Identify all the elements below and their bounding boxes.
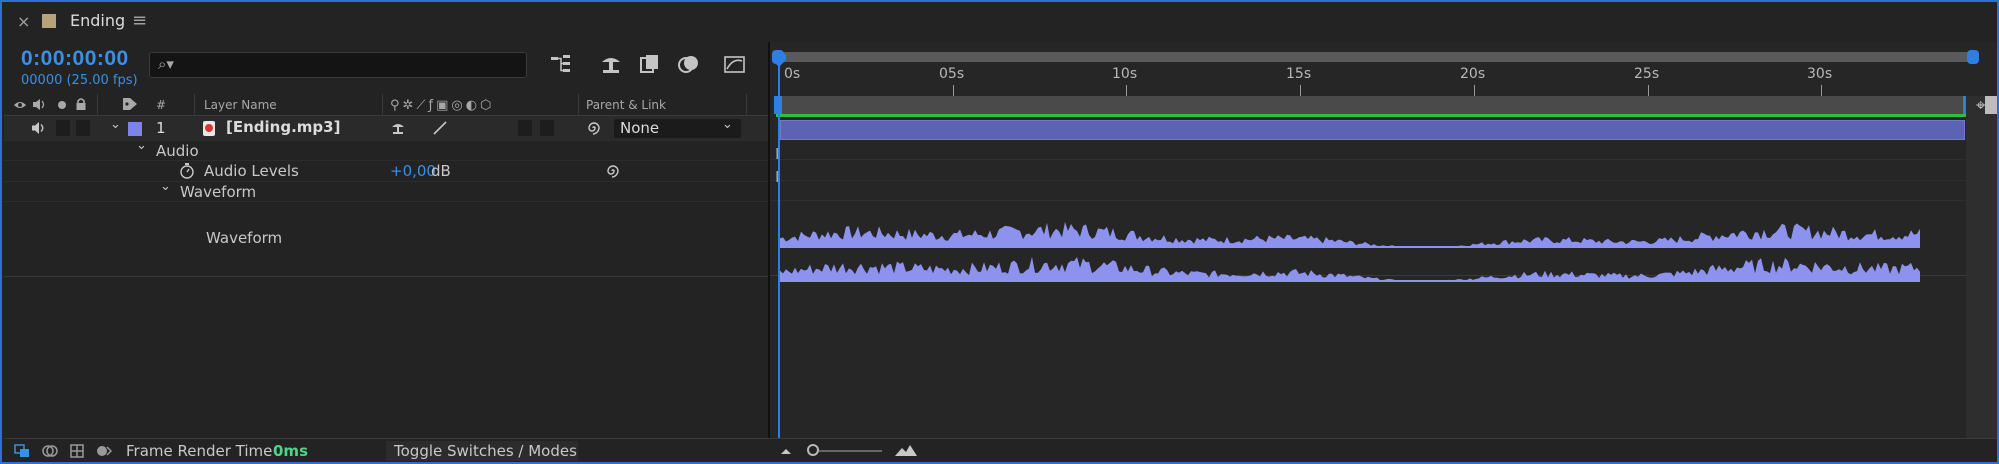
composition-color-swatch	[42, 14, 56, 28]
layer-switches-pane-icon[interactable]	[14, 444, 30, 458]
parent-link-column-header[interactable]: Parent & Link	[586, 98, 666, 112]
chevron-down-icon: ⌄	[722, 117, 733, 132]
time-ruler[interactable]: 0s 05s 10s 15s 20s 25s 30s	[770, 64, 1966, 96]
panel-menu-icon[interactable]: ≡	[132, 10, 147, 31]
ruler-tick	[1821, 85, 1822, 96]
audio-group-label: Audio	[156, 142, 199, 160]
ruler-label: 15s	[1286, 66, 1312, 82]
waveform-group-label: Waveform	[180, 183, 257, 201]
3d-layer-switch[interactable]	[540, 120, 554, 136]
bottom-toolbar: Frame Render Time 0ms Toggle Switches / …	[4, 438, 1997, 462]
ruler-label: 05s	[939, 66, 965, 82]
composition-tab-title[interactable]: Ending	[70, 11, 125, 30]
zoom-in-icon[interactable]	[894, 444, 918, 457]
timeline-waveform-group-row	[770, 181, 1966, 201]
parent-dropdown-value: None	[620, 119, 660, 137]
waveform-row: Waveform	[4, 202, 768, 277]
layer-column-header: # Layer Name ⚲✲⟋ƒ▣◎◐⬡ Parent & Link	[4, 94, 768, 116]
solo-switch[interactable]	[56, 120, 70, 136]
waveform-group-chevron-icon[interactable]: ⌄	[160, 179, 171, 194]
timeline-audio-levels-row	[770, 160, 1966, 181]
ruler-tick	[1300, 85, 1301, 96]
search-icon: ⌕▾	[158, 55, 174, 73]
frame-render-time-value: 0ms	[273, 442, 308, 460]
layer-duration-bar[interactable]	[780, 120, 1965, 140]
pick-whip-icon[interactable]	[586, 120, 602, 136]
render-cache-indicator	[776, 114, 1968, 117]
time-navigator-bar[interactable]	[776, 52, 1972, 62]
audio-file-icon	[203, 121, 215, 136]
comp-marker-bin-icon[interactable]	[1985, 96, 1997, 114]
time-navigator-end-handle[interactable]	[1967, 50, 1979, 64]
ruler-label: 30s	[1807, 66, 1833, 82]
transfer-controls-pane-icon[interactable]	[42, 444, 58, 458]
parent-dropdown[interactable]: None ⌄	[614, 117, 741, 138]
zoom-slider-thumb[interactable]	[807, 444, 819, 456]
frame-render-time-label: Frame Render Time	[126, 442, 273, 460]
solo-column-icon[interactable]	[57, 100, 67, 110]
frame-blending-icon[interactable]	[676, 52, 702, 76]
audio-waveform	[780, 221, 1920, 282]
audio-column-icon[interactable]	[32, 98, 48, 111]
hide-shy-layers-icon[interactable]	[637, 52, 663, 76]
ruler-tick	[1474, 85, 1475, 96]
zoom-out-icon[interactable]	[779, 447, 793, 455]
audio-levels-value[interactable]: +0,00	[390, 162, 436, 180]
timeline-end-zone	[1966, 96, 1997, 438]
ruler-label: 10s	[1112, 66, 1138, 82]
timeline-area[interactable]: 0s 05s 10s 15s 20s 25s 30s ⌖ I I	[768, 42, 1997, 438]
property-pick-whip-icon[interactable]	[605, 163, 621, 179]
switches-column-icons[interactable]: ⚲✲⟋ƒ▣◎◐⬡	[390, 98, 494, 113]
layer-index: 1	[156, 119, 166, 137]
ruler-tick	[953, 85, 954, 96]
lock-column-icon[interactable]	[75, 97, 87, 111]
layer-name-column-header[interactable]: Layer Name	[204, 98, 277, 112]
draft-3d-icon[interactable]	[598, 52, 624, 76]
close-tab-icon[interactable]: ×	[17, 12, 30, 31]
playhead-line	[778, 62, 780, 438]
comp-marker-icon[interactable]: ⌖	[1976, 96, 1986, 116]
layer-name[interactable]: [Ending.mp3]	[226, 118, 340, 136]
layer-panel: 0:00:00:00 00000 (25.00 fps) ⌕▾ # Layer …	[4, 42, 768, 438]
panel-tab-bar: × Ending ≡	[2, 2, 1997, 42]
expand-layer-chevron-icon[interactable]: ⌄	[110, 117, 121, 132]
audio-levels-unit: dB	[431, 162, 451, 180]
timeline-panel: × Ending ≡ 0:00:00:00 00000 (25.00 fps) …	[0, 0, 1999, 464]
shy-switch-icon[interactable]	[390, 120, 406, 136]
video-visibility-column-icon[interactable]	[13, 99, 27, 111]
label-tag-column-icon[interactable]	[122, 97, 138, 111]
waveform-label: Waveform	[206, 229, 283, 247]
layer-label-color[interactable]	[128, 122, 142, 136]
work-area-bar[interactable]	[776, 96, 1968, 114]
audio-levels-label: Audio Levels	[204, 162, 299, 180]
toggle-switches-modes-button[interactable]: Toggle Switches / Modes	[386, 441, 578, 461]
audio-levels-row[interactable]: Audio Levels +0,00 dB	[4, 161, 768, 182]
waveform-group-row[interactable]: ⌄ Waveform	[4, 179, 768, 202]
lock-switch[interactable]	[76, 120, 90, 136]
ruler-label: 0s	[784, 66, 801, 82]
layer-row[interactable]: ⌄ 1 [Ending.mp3] None ⌄	[4, 116, 768, 141]
quality-switch-icon[interactable]	[432, 120, 448, 136]
ruler-tick	[1648, 85, 1649, 96]
graph-editor-icon[interactable]	[722, 52, 748, 76]
audio-toggle-icon[interactable]	[31, 121, 47, 135]
timeline-audio-row	[770, 140, 1966, 160]
playhead-handle[interactable]	[771, 54, 787, 68]
zoom-slider-track[interactable]	[812, 450, 882, 452]
current-time-display[interactable]: 0:00:00:00	[21, 47, 129, 71]
in-out-pane-icon[interactable]	[69, 444, 85, 458]
layer-search-input[interactable]: ⌕▾	[149, 52, 527, 78]
stopwatch-icon[interactable]	[179, 162, 195, 179]
ruler-label: 25s	[1634, 66, 1660, 82]
index-column-header: #	[156, 98, 167, 112]
render-time-pane-icon[interactable]	[96, 444, 112, 458]
frame-count-fps: 00000 (25.00 fps)	[21, 73, 138, 88]
ruler-tick	[1126, 85, 1127, 96]
adjustment-switch[interactable]	[518, 120, 532, 136]
composition-mini-flowchart-icon[interactable]	[548, 52, 574, 76]
ruler-label: 20s	[1460, 66, 1486, 82]
audio-group-row[interactable]: ⌄ Audio	[4, 138, 768, 161]
audio-group-chevron-icon[interactable]: ⌄	[136, 138, 147, 153]
